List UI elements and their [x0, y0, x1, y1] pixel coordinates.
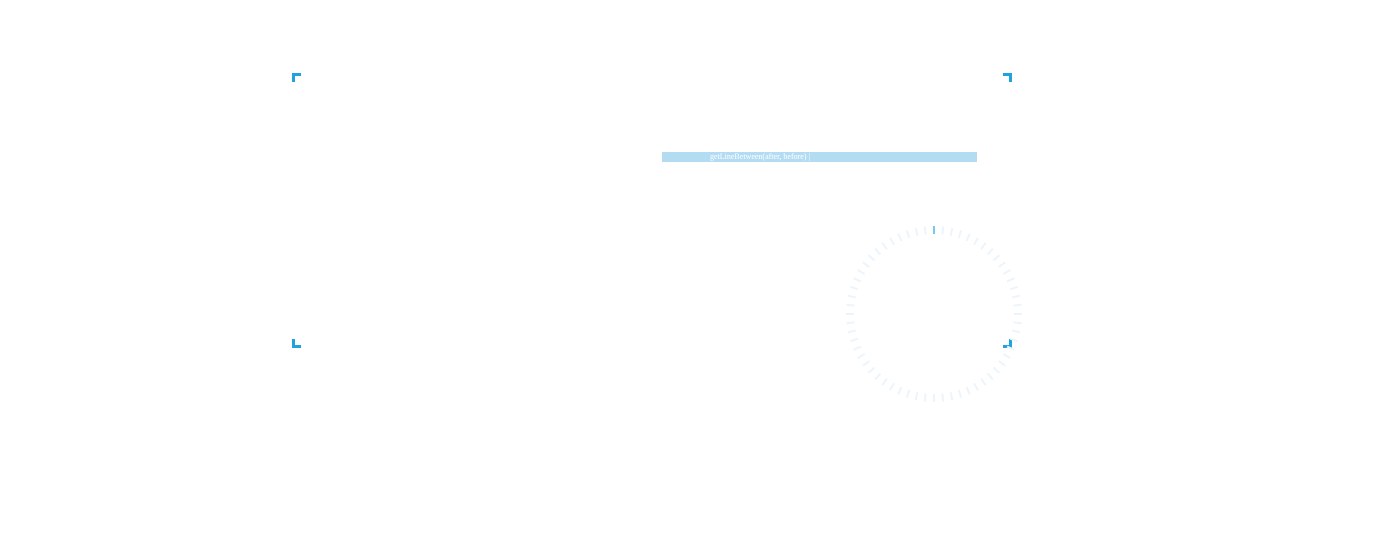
dial-tick	[914, 392, 919, 401]
dial-tick	[1002, 269, 1011, 275]
dial-tick	[1006, 277, 1015, 283]
screen: getLineBetween(after, before) |	[0, 0, 1400, 550]
dial-tick	[862, 261, 870, 268]
dial-tick	[941, 393, 945, 402]
dial-tick	[889, 237, 895, 246]
dial-tick	[867, 254, 876, 262]
dial-tick	[846, 303, 855, 307]
code-line-text: getLineBetween(after, before) |	[710, 152, 811, 161]
dial-tick	[846, 321, 855, 325]
dial-tick	[965, 386, 971, 395]
dial-tick	[889, 382, 895, 391]
dial-tick	[1013, 321, 1022, 325]
dial-tick	[905, 389, 911, 398]
dial-tick	[857, 353, 866, 359]
dial-tick	[1002, 353, 1011, 359]
frame-corner-top-right-icon	[1003, 73, 1012, 82]
dial-tick	[973, 237, 979, 246]
dial-tick	[874, 247, 882, 256]
dial-tick	[881, 242, 888, 250]
dial-tick	[980, 378, 987, 386]
dial-tick	[949, 227, 954, 236]
dial-tick	[992, 366, 1001, 374]
dial-tick	[847, 294, 856, 299]
dial-tick	[1012, 329, 1021, 334]
dial-tick	[957, 389, 963, 398]
dial-tick	[1006, 345, 1015, 351]
dial-tick	[1009, 285, 1018, 291]
dial-tick	[965, 233, 971, 242]
highlighted-code-line: getLineBetween(after, before) |	[662, 152, 977, 162]
dial-tick	[1013, 303, 1022, 307]
dial-tick	[1012, 294, 1021, 299]
dial-tick	[949, 392, 954, 401]
dial-tick	[923, 226, 927, 235]
dial-tick	[897, 233, 903, 242]
dial-tick	[853, 345, 862, 351]
dial-ticks	[846, 226, 1022, 402]
dial-tick	[881, 378, 888, 386]
loading-dial-icon	[846, 226, 1022, 402]
dial-tick	[923, 393, 927, 402]
dial-tick	[862, 360, 870, 367]
dial-tick	[992, 254, 1001, 262]
dial-tick	[867, 366, 876, 374]
dial-tick	[897, 386, 903, 395]
dial-tick	[914, 227, 919, 236]
dial-tick	[847, 329, 856, 334]
dial-tick	[998, 360, 1006, 367]
frame-corner-bottom-left-icon	[292, 339, 301, 348]
dial-tick	[957, 230, 963, 239]
dial-tick	[850, 337, 859, 343]
dial-tick	[1009, 337, 1018, 343]
dial-tick	[853, 277, 862, 283]
dial-tick	[986, 372, 994, 381]
dial-tick	[857, 269, 866, 275]
dial-tick	[905, 230, 911, 239]
dial-tick	[980, 242, 987, 250]
dial-tick	[941, 226, 945, 235]
dial-tick	[850, 285, 859, 291]
dial-tick	[998, 261, 1006, 268]
dial-tick	[874, 372, 882, 381]
frame-corner-top-left-icon	[292, 73, 301, 82]
dial-tick	[973, 382, 979, 391]
dial-tick	[986, 247, 994, 256]
